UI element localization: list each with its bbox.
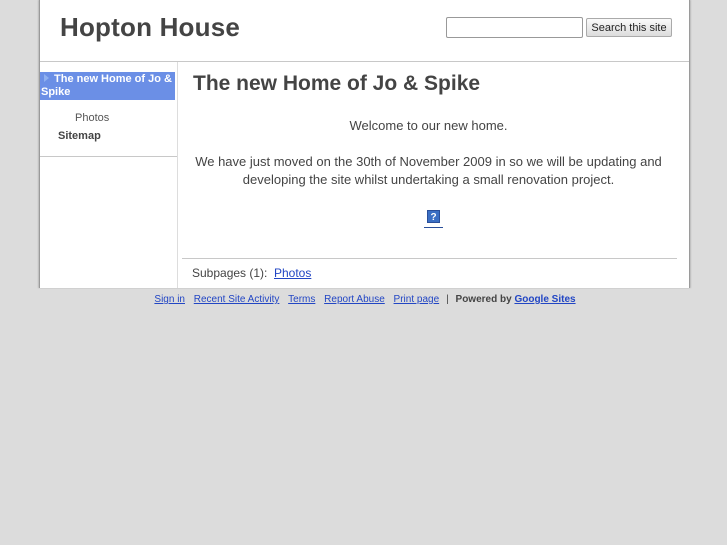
sign-in-link[interactable]: Sign in	[154, 294, 185, 305]
header: Hopton House Search this site	[40, 0, 689, 62]
sidebar-item-sitemap[interactable]: Sitemap	[58, 130, 101, 142]
sidebar-nav: The new Home of Jo & Spike Photos Sitema…	[40, 72, 177, 157]
sidebar-item-label: The new Home of Jo & Spike	[41, 73, 172, 98]
sidebar-item-home[interactable]: The new Home of Jo & Spike	[40, 72, 175, 100]
triangle-right-icon[interactable]	[44, 74, 49, 82]
main-content: The new Home of Jo & Spike Welcome to ou…	[178, 62, 689, 288]
site-title[interactable]: Hopton House	[60, 12, 240, 43]
welcome-text: Welcome to our new home.	[349, 118, 508, 133]
footer-separator: |	[446, 294, 449, 305]
site-container: Hopton House Search this site The new Ho…	[39, 0, 690, 288]
broken-image-icon[interactable]: ?	[427, 210, 440, 223]
powered-by: Powered by Google Sites	[456, 294, 576, 305]
intro-paragraph: We have just moved on the 30th of Novemb…	[195, 154, 662, 187]
subpages-bar: Subpages (1): Photos	[182, 258, 677, 289]
terms-link[interactable]: Terms	[288, 294, 315, 305]
powered-by-label: Powered by	[455, 294, 512, 305]
recent-activity-link[interactable]: Recent Site Activity	[194, 294, 280, 305]
footer: Sign in Recent Site Activity Terms Repor…	[0, 294, 727, 305]
sidebar: The new Home of Jo & Spike Photos Sitema…	[40, 62, 178, 288]
subpages-link-photos[interactable]: Photos	[274, 266, 311, 280]
subpages-label: Subpages (1):	[192, 266, 268, 280]
report-abuse-link[interactable]: Report Abuse	[324, 294, 385, 305]
google-sites-link[interactable]: Google Sites	[514, 294, 575, 305]
page-title: The new Home of Jo & Spike	[193, 72, 481, 95]
search-button[interactable]: Search this site	[586, 18, 672, 37]
image-link-underline	[424, 227, 443, 228]
search-input[interactable]	[446, 17, 583, 38]
print-page-link[interactable]: Print page	[394, 294, 440, 305]
sidebar-item-photos[interactable]: Photos	[75, 112, 109, 124]
